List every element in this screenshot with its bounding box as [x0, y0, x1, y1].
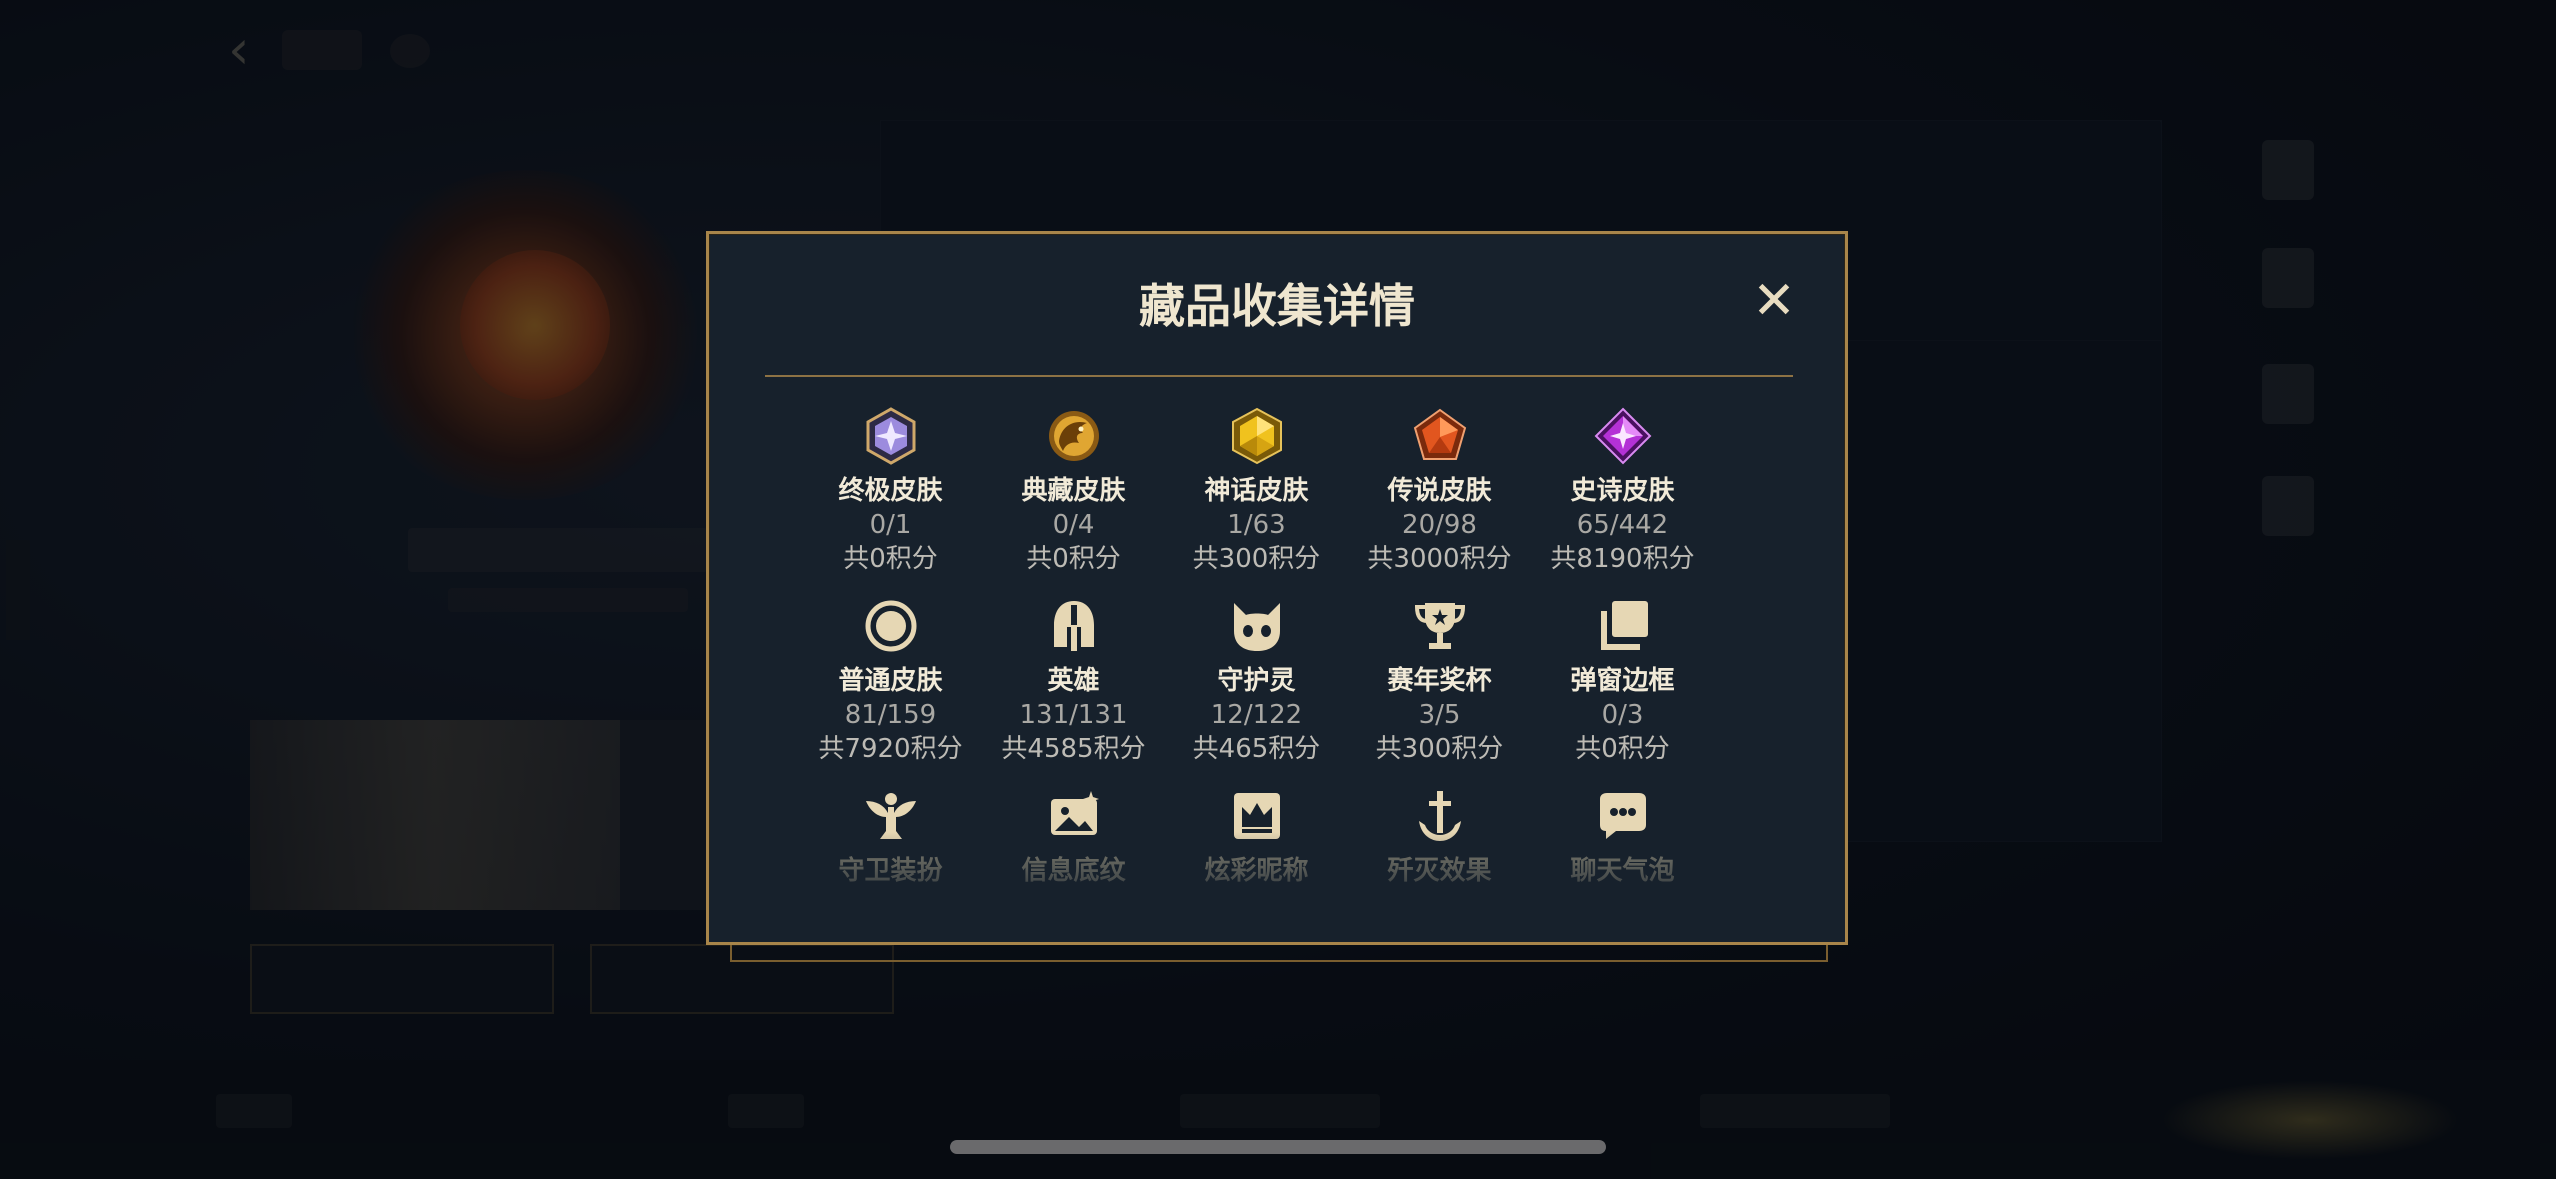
category-ward-skin[interactable]: 守卫装扮: [799, 784, 982, 942]
chat-bubble-icon: [1591, 784, 1655, 848]
category-chat-bubble[interactable]: 聊天气泡: [1531, 784, 1714, 942]
category-epic-skin[interactable]: 史诗皮肤 65/442 共8190积分: [1531, 404, 1714, 584]
category-label: 弹窗边框: [1570, 666, 1675, 696]
category-label: 英雄: [1047, 666, 1100, 696]
category-label: 神话皮肤: [1204, 476, 1309, 506]
collection-details-modal: 藏品收集详情 ✕ 终极皮肤 0/1 共0积分 典藏皮肤 0/4 共0积分 神话皮…: [706, 231, 1848, 945]
guardian-creature-icon: [1225, 594, 1289, 658]
category-count: 0/4: [1052, 510, 1095, 540]
category-legend-skin[interactable]: 传说皮肤 20/98 共3000积分: [1348, 404, 1531, 584]
category-count: 1/63: [1227, 510, 1286, 540]
category-info-banner[interactable]: 信息底纹: [982, 784, 1165, 942]
category-points: 共0积分: [1575, 734, 1670, 764]
category-points: 共300积分: [1192, 544, 1321, 574]
category-label: 守护灵: [1217, 666, 1296, 696]
epic-gem-icon: [1591, 404, 1655, 468]
category-label: 终极皮肤: [838, 476, 943, 506]
category-normal-skin[interactable]: 普通皮肤 81/159 共7920积分: [799, 594, 982, 774]
title-divider: [765, 375, 1793, 377]
category-points: 共3000积分: [1367, 544, 1512, 574]
category-count: 0/3: [1601, 700, 1644, 730]
dragon-emblem-icon: [1042, 404, 1106, 468]
sword-anchor-icon: [1408, 784, 1472, 848]
modal-title: 藏品收集详情: [1139, 279, 1415, 333]
category-ultimate-skin[interactable]: 终极皮肤 0/1 共0积分: [799, 404, 982, 584]
home-indicator[interactable]: [950, 1140, 1606, 1154]
category-count: 20/98: [1402, 510, 1477, 540]
image-sparkle-icon: [1042, 784, 1106, 848]
collection-grid: 终极皮肤 0/1 共0积分 典藏皮肤 0/4 共0积分 神话皮肤 1/63 共3…: [799, 404, 1809, 942]
category-points: 共4585积分: [1001, 734, 1146, 764]
category-annihilate-effect[interactable]: 歼灭效果: [1348, 784, 1531, 942]
category-points: 共8190积分: [1550, 544, 1695, 574]
category-label: 守卫装扮: [838, 856, 943, 886]
category-label: 信息底纹: [1021, 856, 1126, 886]
category-count: 0/1: [869, 510, 912, 540]
category-label: 史诗皮肤: [1570, 476, 1675, 506]
close-icon[interactable]: ✕: [1752, 271, 1796, 331]
category-label: 聊天气泡: [1570, 856, 1675, 886]
category-points: 共300积分: [1375, 734, 1504, 764]
category-label: 传说皮肤: [1387, 476, 1492, 506]
legend-gem-icon: [1408, 404, 1472, 468]
mythic-gem-icon: [1225, 404, 1289, 468]
category-label: 普通皮肤: [838, 666, 943, 696]
stacked-frames-icon: [1591, 594, 1655, 658]
category-count: 81/159: [844, 700, 937, 730]
close-button[interactable]: ✕: [1749, 275, 1799, 328]
category-points: 共465积分: [1192, 734, 1321, 764]
category-treasure-skin[interactable]: 典藏皮肤 0/4 共0积分: [982, 404, 1165, 584]
crown-card-icon: [1225, 784, 1289, 848]
category-heroes[interactable]: 英雄 131/131 共4585积分: [982, 594, 1165, 774]
category-count: 12/122: [1210, 700, 1303, 730]
category-popup-frame[interactable]: 弹窗边框 0/3 共0积分: [1531, 594, 1714, 774]
category-label: 歼灭效果: [1387, 856, 1492, 886]
category-label: 炫彩昵称: [1204, 856, 1309, 886]
category-points: 共7920积分: [818, 734, 963, 764]
category-colorful-nickname[interactable]: 炫彩昵称: [1165, 784, 1348, 942]
ultimate-gem-icon: [859, 404, 923, 468]
category-points: 共0积分: [843, 544, 938, 574]
ward-icon: [859, 784, 923, 848]
category-count: 3/5: [1418, 700, 1461, 730]
category-season-trophy[interactable]: 赛年奖杯 3/5 共300积分: [1348, 594, 1531, 774]
category-label: 赛年奖杯: [1387, 666, 1492, 696]
helmet-icon: [1042, 594, 1106, 658]
category-mythic-skin[interactable]: 神话皮肤 1/63 共300积分: [1165, 404, 1348, 584]
category-count: 131/131: [1019, 700, 1128, 730]
trophy-icon: [1408, 594, 1472, 658]
circle-icon: [859, 594, 923, 658]
category-guardian[interactable]: 守护灵 12/122 共465积分: [1165, 594, 1348, 774]
category-label: 典藏皮肤: [1021, 476, 1126, 506]
category-points: 共0积分: [1026, 544, 1121, 574]
category-count: 65/442: [1576, 510, 1669, 540]
